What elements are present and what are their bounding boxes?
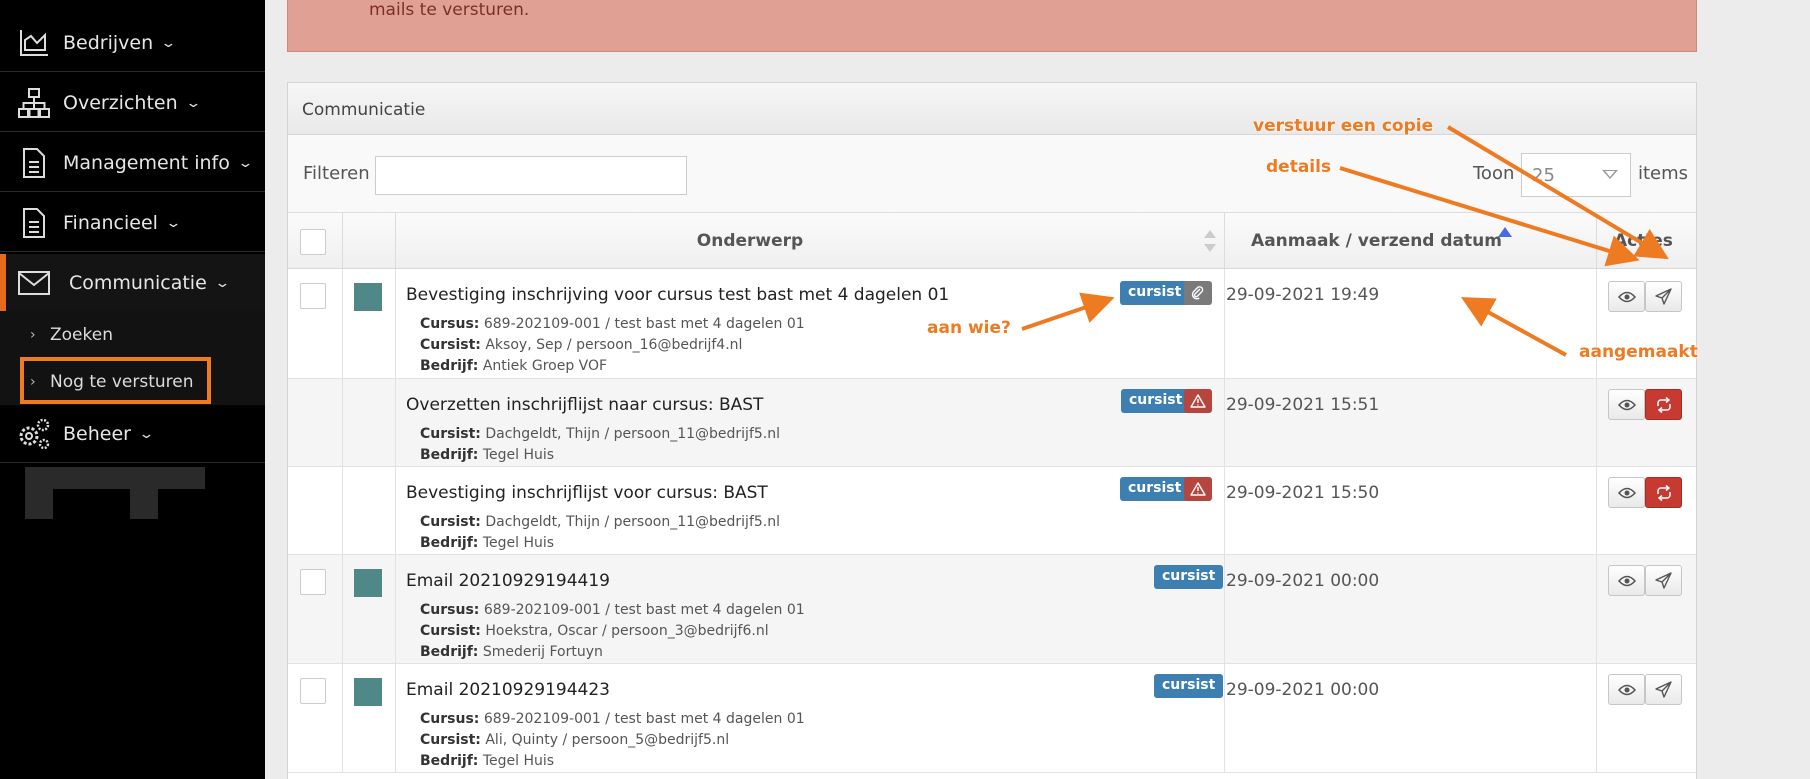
annotation-copy: verstuur een copie: [1253, 116, 1434, 136]
annotation-created: aangemaakt: [1579, 342, 1698, 362]
annotation-recipient: aan wie?: [927, 318, 1011, 338]
annotation-arrow: [1021, 292, 1115, 331]
annotation-details: details: [1266, 157, 1332, 177]
annotation-arrow: [1460, 297, 1567, 357]
annotation-arrows: [1021, 125, 1669, 357]
